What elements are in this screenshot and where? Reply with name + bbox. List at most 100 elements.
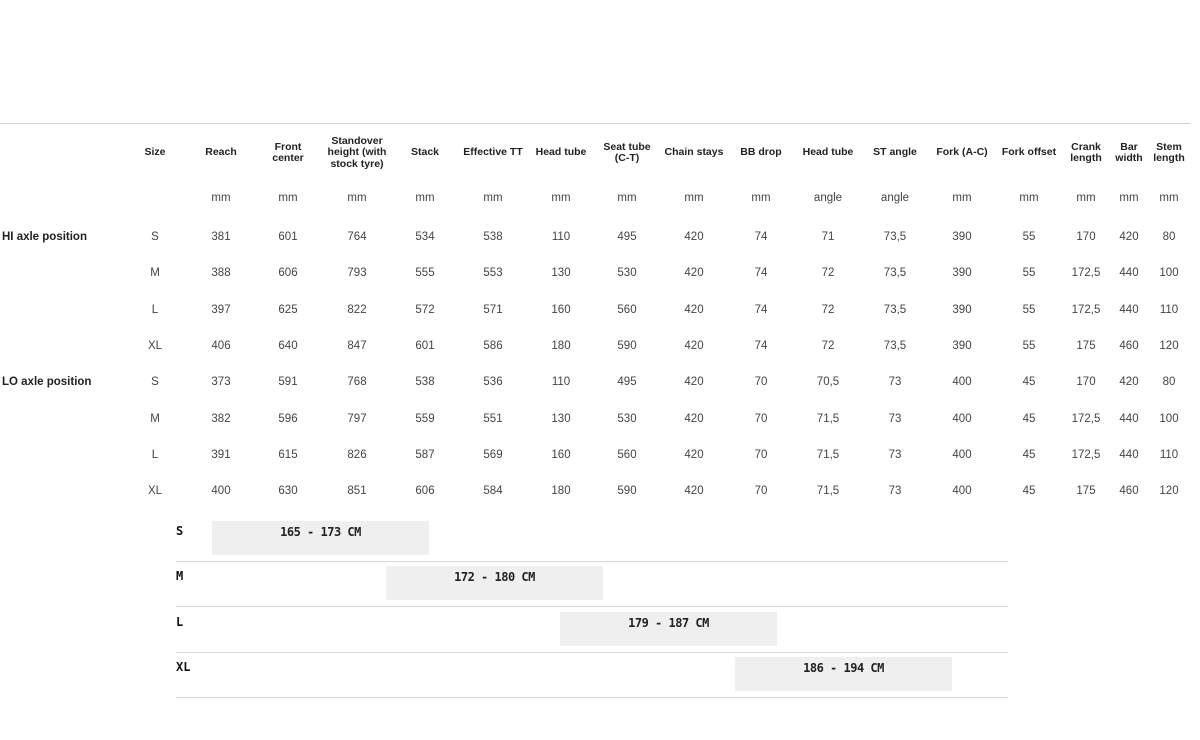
size-guide-row: XL 186 - 194 CM	[176, 652, 1008, 698]
table-cell: 45	[1022, 448, 1036, 461]
table-cell: 826	[347, 448, 367, 461]
column-unit: mm	[751, 192, 771, 204]
table-cell: 73	[888, 448, 902, 461]
size-cell: S	[151, 231, 159, 243]
size-guide-bar: 165 - 173 CM	[212, 521, 429, 555]
table-cell: 591	[278, 376, 298, 389]
table-cell: 390	[952, 339, 972, 352]
column-unit: mm	[684, 192, 704, 204]
table-cell: 70	[754, 376, 768, 389]
table-cell: 460	[1119, 485, 1139, 498]
table-cell: 71,5	[816, 412, 840, 425]
column-unit: mm	[551, 192, 571, 204]
column-header: Seat tube (C-T)	[603, 140, 651, 164]
column-header: Stack	[410, 146, 440, 159]
table-cell: 180	[551, 339, 571, 352]
table-cell: 400	[952, 412, 972, 425]
table-cell: 71,5	[816, 448, 840, 461]
table-cell: 640	[278, 339, 298, 352]
table-cell: 793	[347, 267, 367, 280]
table-cell: 55	[1022, 267, 1036, 280]
table-cell: 73	[888, 412, 902, 425]
table-cell: 400	[211, 485, 231, 498]
table-cell: 390	[952, 267, 972, 280]
table-cell: 73,5	[883, 267, 907, 280]
table-cell: 559	[415, 412, 435, 425]
table-cell: 420	[1119, 376, 1139, 389]
table-cell: 630	[278, 485, 298, 498]
table-cell: 536	[483, 376, 503, 389]
column-unit: mm	[952, 192, 972, 204]
table-cell: 73,5	[883, 339, 907, 352]
table-cell: 55	[1022, 339, 1036, 352]
column-unit: mm	[278, 192, 298, 204]
size-guide-label: S	[176, 524, 184, 538]
table-cell: 400	[952, 448, 972, 461]
size-guide-bar: 172 - 180 CM	[386, 566, 603, 601]
table-cell: 420	[684, 412, 704, 425]
size-guide-label: L	[176, 614, 184, 629]
table-cell: 160	[551, 303, 571, 316]
column-header: Size	[144, 146, 166, 159]
table-cell: 420	[684, 448, 704, 461]
table-cell: 584	[483, 485, 503, 498]
size-cell: L	[151, 303, 159, 316]
column-unit: mm	[1019, 192, 1039, 204]
column-header: Front center	[272, 140, 304, 164]
table-cell: 606	[415, 485, 435, 498]
table-cell: 172,5	[1071, 303, 1101, 316]
size-guide-row: M 172 - 180 CM	[176, 561, 1008, 608]
table-cell: 110	[1159, 303, 1179, 316]
column-unit: mm	[347, 192, 367, 204]
table-cell: 596	[278, 412, 298, 425]
column-unit: mm	[415, 192, 435, 204]
table-cell: 590	[617, 339, 637, 352]
table-cell: 606	[278, 267, 298, 280]
table-cell: 534	[415, 231, 435, 243]
table-cell: 851	[347, 485, 367, 498]
table-cell: 71	[821, 231, 835, 243]
table-cell: 538	[483, 231, 503, 243]
table-cell: 74	[754, 267, 768, 280]
column-header: ST angle	[873, 146, 917, 159]
table-cell: 420	[684, 231, 704, 243]
table-cell: 172,5	[1071, 448, 1101, 461]
column-unit: angle	[813, 192, 843, 204]
table-cell: 560	[617, 448, 637, 461]
table-cell: 70,5	[816, 376, 840, 389]
table-cell: 180	[551, 485, 571, 498]
size-cell: S	[151, 376, 159, 389]
table-cell: 74	[754, 231, 768, 243]
table-cell: 538	[415, 376, 435, 389]
size-guide-row: S 165 - 173 CM	[176, 516, 1008, 562]
table-cell: 551	[483, 412, 503, 425]
table-cell: 420	[684, 339, 704, 352]
table-cell: 110	[1159, 448, 1179, 461]
column-header: Crank length	[1070, 140, 1102, 164]
column-unit: mm	[211, 192, 231, 204]
table-cell: 73,5	[883, 303, 907, 316]
table-cell: 110	[551, 231, 571, 243]
size-cell: M	[150, 412, 160, 425]
table-cell: 388	[211, 267, 231, 280]
table-cell: 797	[347, 412, 367, 425]
table-cell: 172,5	[1071, 412, 1101, 425]
table-cell: 420	[684, 267, 704, 280]
size-guide-range: 179 - 187 CM	[628, 615, 709, 630]
size-guide-range: 172 - 180 CM	[454, 570, 535, 585]
table-cell: 100	[1159, 267, 1179, 280]
column-unit: mm	[617, 192, 637, 204]
table-cell: 45	[1022, 485, 1036, 498]
table-cell: 70	[754, 485, 768, 498]
table-cell: 80	[1162, 231, 1176, 243]
column-header: Head tube	[802, 146, 854, 159]
column-header: Head tube	[535, 146, 587, 159]
table-cell: 391	[211, 448, 231, 461]
table-cell: 160	[551, 448, 571, 461]
table-cell: 764	[347, 231, 367, 243]
table-cell: 530	[617, 267, 637, 280]
size-guide-range: 165 - 173 CM	[280, 525, 361, 539]
table-cell: 170	[1076, 231, 1096, 243]
table-cell: 170	[1076, 376, 1096, 389]
table-cell: 175	[1076, 485, 1096, 498]
